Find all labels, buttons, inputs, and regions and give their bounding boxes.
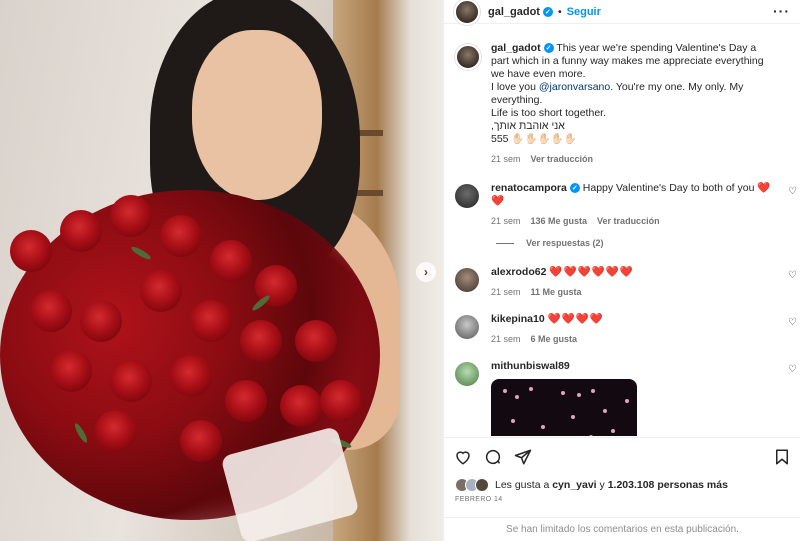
rose (240, 320, 282, 362)
timestamp: 21 sem (491, 216, 521, 226)
caption-line: אני אוהבת אותך, (491, 120, 565, 132)
comment: kikepina10 ❤️❤️❤️❤️ 21 sem 6 Me gusta ♡ (444, 313, 800, 344)
likes-summary: Les gusta a cyn_yavi y 1.203.108 persona… (455, 478, 728, 492)
timestamp: 21 sem (491, 154, 521, 164)
replies-line (496, 242, 514, 244)
rose (30, 290, 72, 332)
person-face (192, 30, 322, 200)
rose (210, 240, 252, 282)
likes-prefix: Les gusta a (495, 479, 550, 491)
verified-icon: ✓ (542, 6, 553, 17)
comment-username[interactable]: alexrodo62 (491, 266, 546, 278)
avatar[interactable] (455, 362, 479, 386)
post-sidebar: gal_gadot ✓ • Seguir ··· gal_gadot ✓ This… (443, 0, 800, 541)
post-header: gal_gadot ✓ • Seguir ··· (444, 0, 800, 25)
gif-attachment[interactable] (491, 379, 637, 436)
rose (95, 410, 137, 452)
next-image-button[interactable]: › (416, 262, 436, 282)
caption-meta: 21 sem Ver traducción (491, 154, 775, 164)
comment-username[interactable]: renatocampora (491, 182, 567, 194)
rose (320, 380, 362, 422)
comment-username[interactable]: kikepina10 (491, 313, 545, 325)
translate-link[interactable]: Ver traducción (531, 154, 594, 164)
verified-icon: ✓ (569, 183, 580, 194)
avatar[interactable] (455, 44, 481, 70)
rose (110, 360, 152, 402)
rose (80, 300, 122, 342)
comment-icon[interactable] (484, 448, 502, 466)
liker-avatars (455, 478, 489, 492)
view-replies-button[interactable]: Ver respuestas (2) (496, 238, 800, 248)
rose (225, 380, 267, 422)
likes-count[interactable]: 1.203.108 personas más (608, 479, 728, 491)
avatar[interactable] (455, 268, 479, 292)
avatar[interactable] (455, 184, 479, 208)
rose (280, 385, 322, 427)
comment: mithunbiswal89 ♡ (444, 360, 800, 436)
caption-username[interactable]: gal_gadot (491, 42, 541, 54)
separator-dot: • (557, 5, 562, 18)
post-actions (444, 437, 800, 475)
heart-icon[interactable]: ♡ (788, 186, 797, 197)
mention-link[interactable]: @jaronvarsano (539, 81, 610, 93)
timestamp: 21 sem (491, 334, 521, 344)
post-modal: › gal_gadot ✓ • Seguir ··· gal_gadot ✓ Th… (0, 0, 800, 541)
like-count[interactable]: 136 Me gusta (531, 216, 588, 226)
caption-line: Life is too short together. (491, 107, 606, 119)
like-count[interactable]: 6 Me gusta (531, 334, 578, 344)
caption-line: I love you (491, 81, 536, 93)
comment-username[interactable]: mithunbiswal89 (491, 360, 570, 372)
post-date[interactable]: Febrero 14 (455, 496, 503, 503)
comments-limited-notice: Se han limitado los comentarios en esta … (444, 517, 800, 541)
more-icon[interactable]: ··· (773, 3, 790, 19)
caption: gal_gadot ✓ This year we're spending Vale… (444, 42, 800, 164)
rose (190, 300, 232, 342)
comment: renatocampora ✓ Happy Valentine's Day to … (444, 182, 800, 226)
rose (180, 420, 222, 462)
verified-icon: ✓ (543, 43, 554, 54)
avatar[interactable] (454, 0, 480, 25)
rose (170, 355, 212, 397)
comment-text: Happy Valentine's Day to both of you (582, 182, 755, 194)
likes-and: y (599, 479, 605, 491)
share-icon[interactable] (514, 448, 532, 466)
rose (295, 320, 337, 362)
timestamp: 21 sem (491, 287, 521, 297)
rose (60, 210, 102, 252)
heart-icon[interactable] (454, 448, 472, 466)
follow-button[interactable]: Seguir (567, 6, 601, 18)
post-image[interactable]: › (0, 0, 443, 541)
heart-icon[interactable]: ♡ (788, 317, 797, 328)
chevron-right-icon: › (424, 265, 428, 279)
rose (110, 195, 152, 237)
rose (140, 270, 182, 312)
heart-icon[interactable]: ♡ (788, 364, 797, 375)
liker-username[interactable]: cyn_yavi (552, 479, 596, 491)
translate-link[interactable]: Ver traducción (597, 216, 660, 226)
heart-icon[interactable]: ♡ (788, 270, 797, 281)
author-username[interactable]: gal_gadot (488, 6, 540, 18)
like-count[interactable]: 11 Me gusta (531, 287, 582, 297)
replies-label: Ver respuestas (2) (526, 238, 604, 248)
comment-emoji: ❤️❤️❤️❤️❤️❤️ (549, 266, 634, 278)
caption-text: gal_gadot ✓ This year we're spending Vale… (491, 42, 775, 146)
rose (50, 350, 92, 392)
comments-list[interactable]: gal_gadot ✓ This year we're spending Vale… (444, 36, 800, 436)
comment: alexrodo62 ❤️❤️❤️❤️❤️❤️ 21 sem 11 Me gus… (444, 266, 800, 297)
bookmark-icon[interactable] (773, 448, 791, 466)
caption-line: 555 ✋🏻✋🏻✋🏻✋🏻✋🏻 (491, 133, 577, 145)
rose (160, 215, 202, 257)
rose (10, 230, 52, 272)
avatar[interactable] (455, 315, 479, 339)
comment-emoji: ❤️❤️❤️❤️ (547, 313, 604, 325)
